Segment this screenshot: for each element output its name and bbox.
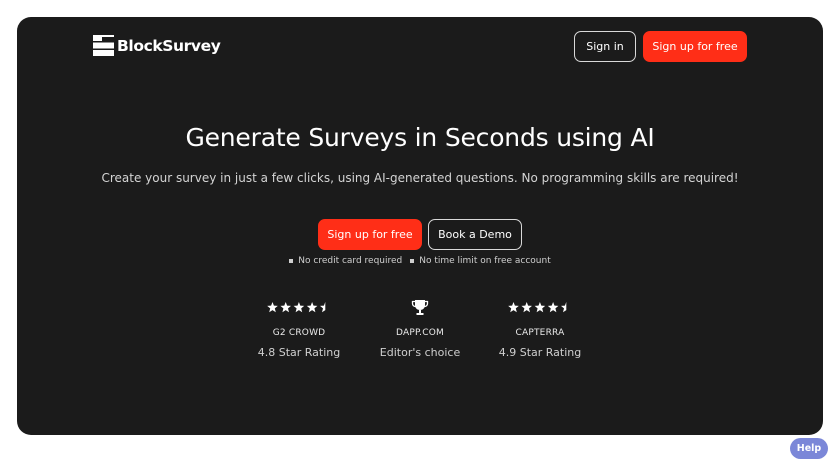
signin-button[interactable]: Sign in (574, 31, 636, 62)
signup-cta-button[interactable]: Sign up for free (318, 219, 422, 250)
help-button[interactable]: Help (790, 438, 828, 459)
logo[interactable]: BlockSurvey (93, 35, 221, 56)
hero-subtitle: Create your survey in just a few clicks,… (101, 171, 739, 185)
rating-source: DAPP.COM (396, 328, 444, 338)
star-icon (306, 301, 318, 312)
star-icon (267, 301, 278, 312)
star-icon (547, 301, 559, 312)
note-text: No credit card required (298, 256, 403, 266)
rating-source: G2 CROWD (272, 328, 326, 338)
rating-label: 4.8 Star Rating (257, 346, 341, 359)
rating-label: 4.9 Star Rating (498, 346, 582, 359)
page-title: Generate Surveys in Seconds using AI (185, 123, 655, 152)
logo-text: BlockSurvey (117, 36, 221, 55)
hero-section: BlockSurvey Sign in Sign up for free Gen… (17, 17, 823, 435)
star-rating (267, 299, 331, 315)
star-icon (320, 301, 326, 312)
rating-label: Editor's choice (379, 346, 461, 359)
star-rating (508, 299, 572, 315)
note-item: No time limit on free account (410, 256, 551, 266)
star-icon (561, 301, 567, 312)
blocksurvey-logo-icon (93, 35, 114, 56)
signup-header-button[interactable]: Sign up for free (643, 31, 747, 62)
bullet-icon (410, 259, 415, 263)
star-icon (280, 301, 292, 312)
book-demo-button[interactable]: Book a Demo (428, 219, 522, 250)
star-icon (293, 301, 305, 312)
rating-capterra: CAPTERRA 4.9 Star Rating (480, 299, 600, 359)
rating-source: CAPTERRA (515, 328, 565, 338)
bullet-icon (289, 259, 294, 263)
note-item: No credit card required (289, 256, 402, 266)
rating-g2crowd: G2 CROWD 4.8 Star Rating (239, 299, 359, 359)
trophy-icon (411, 299, 429, 315)
star-icon (534, 301, 546, 312)
rating-dappcom: DAPP.COM Editor's choice (360, 299, 480, 359)
cta-notes: No credit card required No time limit on… (17, 256, 823, 266)
star-icon (508, 301, 519, 312)
star-icon (521, 301, 533, 312)
note-text: No time limit on free account (419, 256, 551, 266)
